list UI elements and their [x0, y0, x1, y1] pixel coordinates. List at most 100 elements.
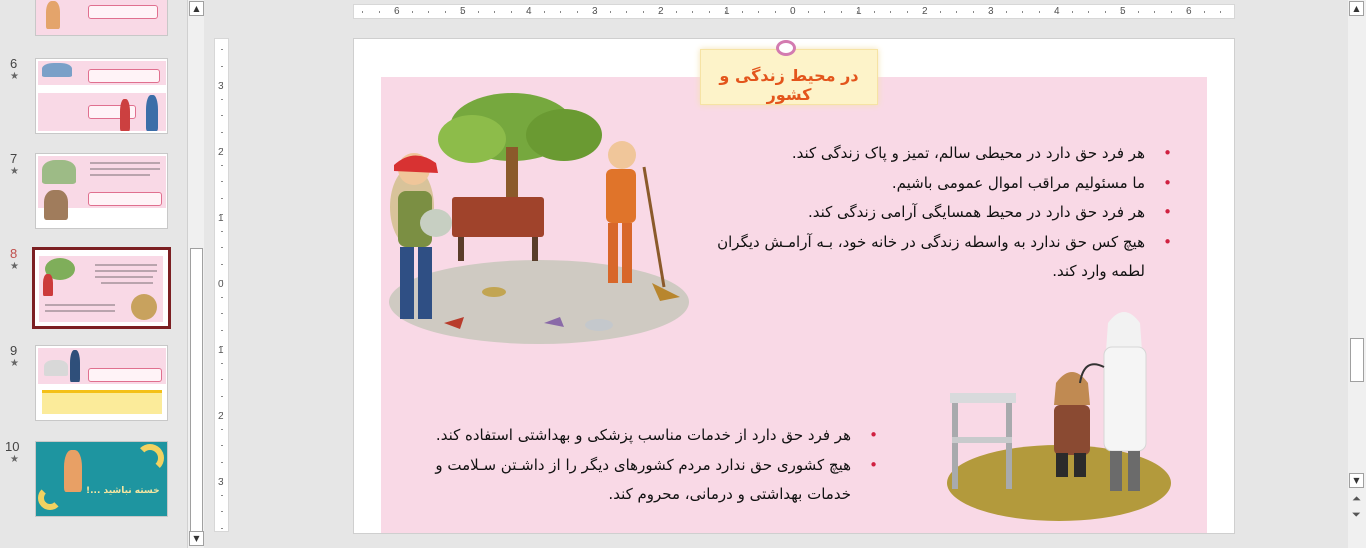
ruler-tick [807, 11, 809, 13]
ruler-tick [972, 11, 974, 13]
ruler-tick [527, 11, 528, 13]
slide-canvas[interactable]: در محیط زندگی و کشور هر فرد حق دارد در م… [353, 38, 1235, 534]
ruler-tick [221, 494, 223, 496]
slide-thumbnail-5[interactable] [35, 0, 168, 36]
ruler-tick [221, 461, 223, 463]
ruler-tick [659, 11, 660, 13]
ruler-tick [857, 11, 858, 13]
previous-slide-icon[interactable]: ⏶ [1352, 492, 1361, 506]
slide-number: 6 [10, 56, 18, 71]
bullet-item: هیچ کس حق ندارد به واسطه زندگی در خانه خ… [714, 228, 1172, 287]
animation-star-icon: ★ [10, 71, 19, 82]
ruler-tick [1005, 11, 1007, 13]
slide-edit-area: 6 5 4 3 2 1 0 1 2 3 4 5 6 3 2 1 0 1 2 3 [205, 0, 1348, 548]
slide-title: در محیط زندگی و کشور [719, 66, 859, 104]
ruler-tick [221, 115, 223, 116]
ruler-tick [221, 230, 223, 232]
slide-thumbnail-9[interactable] [35, 345, 168, 421]
slide-number-current: 8 [10, 246, 18, 261]
ruler-tick [362, 11, 363, 13]
ruler-tick [1038, 11, 1040, 13]
ruler-tick [221, 511, 223, 512]
ruler-tick [221, 296, 223, 298]
ruler-tick [221, 478, 223, 479]
bullet-item: هر فرد حق دارد در محیط همسایگی آرامی زند… [714, 198, 1172, 228]
slide-number: 10 [5, 439, 20, 454]
next-slide-icon[interactable]: ⏷ [1352, 508, 1361, 522]
ruler-tick [395, 11, 396, 13]
ruler-tick [378, 11, 380, 13]
park-cleanup-illustration [389, 93, 689, 344]
ruler-tick [221, 247, 223, 248]
horizontal-scroll-area [205, 534, 1348, 548]
thumbnail-caption: خسته نباشید ...! [86, 486, 160, 496]
bullet-list-bottom[interactable]: هر فرد حق دارد از خدمات مناسب پزشکی و به… [404, 421, 878, 510]
ruler-tick [824, 11, 825, 13]
ruler-tick [1088, 11, 1089, 13]
ruler-tick [221, 445, 223, 446]
ruler-tick [221, 313, 223, 314]
ruler-tick [221, 49, 223, 50]
ruler-tick [560, 11, 561, 13]
ruler-tick [1187, 11, 1188, 13]
animation-star-icon: ★ [10, 166, 19, 177]
ruler-tick [221, 164, 223, 166]
ruler-tick [609, 11, 611, 13]
ruler-tick [626, 11, 627, 13]
ruler-tick [1055, 11, 1056, 13]
scroll-down-arrow-icon[interactable]: ▼ [1349, 473, 1364, 488]
ruler-tick [956, 11, 957, 13]
thumbnail-scroll-thumb[interactable] [190, 248, 203, 538]
ruler-tick [1154, 11, 1155, 13]
ruler-tick [840, 11, 842, 13]
scroll-down-arrow-icon[interactable]: ▼ [189, 531, 204, 546]
ruler-tick [221, 346, 223, 347]
ruler-tick [221, 263, 223, 265]
ruler-tick [221, 379, 223, 380]
ruler-tick [576, 11, 578, 13]
bullet-item: هر فرد حق دارد در محیطی سالم، تمیز و پاک… [714, 139, 1172, 169]
ruler-tick [791, 11, 792, 13]
slide-vertical-scrollbar[interactable]: ▲ ▼ ⏶ ⏷ [1348, 0, 1366, 548]
slide-thumbnail-pane: 6 ★ 7 ★ 8 ★ 9 ★ 10 ★ خسته نباشید ...! [0, 0, 187, 548]
ruler-tick [1220, 11, 1221, 13]
animation-star-icon: ★ [10, 358, 19, 369]
rotate-handle-icon[interactable] [776, 40, 796, 56]
ruler-tick [221, 82, 223, 83]
presentation-app: 6 ★ 7 ★ 8 ★ 9 ★ 10 ★ خسته نباشید ...! ▲ … [0, 0, 1366, 548]
ruler-tick [758, 11, 759, 13]
ruler-tick [411, 11, 413, 13]
scroll-up-arrow-icon[interactable]: ▲ [1349, 1, 1364, 16]
ruler-tick [1137, 11, 1139, 13]
ruler-tick [428, 11, 429, 13]
ruler-tick [221, 412, 223, 413]
ruler-tick [1203, 11, 1205, 13]
ruler-tick [221, 280, 223, 281]
ruler-tick [873, 11, 875, 13]
ruler-tick [221, 197, 223, 199]
slide-thumbnail-8-selected[interactable] [32, 247, 171, 329]
ruler-tick [477, 11, 479, 13]
ruler-tick [221, 214, 223, 215]
ruler-tick [221, 362, 223, 364]
slide-title-box[interactable]: در محیط زندگی و کشور [700, 49, 878, 105]
slide-thumbnail-6[interactable] [35, 58, 168, 134]
ruler-tick [593, 11, 594, 13]
animation-star-icon: ★ [10, 261, 19, 272]
scroll-up-arrow-icon[interactable]: ▲ [189, 1, 204, 16]
slide-thumbnail-7[interactable] [35, 153, 168, 229]
ruler-tick [221, 329, 223, 331]
bullet-item: هر فرد حق دارد از خدمات مناسب پزشکی و به… [404, 421, 878, 451]
ruler-tick [675, 11, 677, 13]
bullet-list-top[interactable]: هر فرد حق دارد در محیطی سالم، تمیز و پاک… [714, 139, 1172, 287]
slide-thumbnail-10[interactable]: خسته نباشید ...! [35, 441, 168, 517]
slide-scroll-thumb[interactable] [1350, 338, 1364, 382]
ruler-tick [221, 148, 223, 149]
ruler-tick [741, 11, 743, 13]
bullet-item: ما مسئولیم مراقب اموال عمومی باشیم. [714, 169, 1172, 199]
ruler-tick [221, 181, 223, 182]
thumbnail-scrollbar[interactable]: ▲ ▼ [187, 0, 204, 548]
ruler-tick [1170, 11, 1172, 13]
ruler-tick [444, 11, 446, 13]
slide-number: 7 [10, 151, 18, 166]
